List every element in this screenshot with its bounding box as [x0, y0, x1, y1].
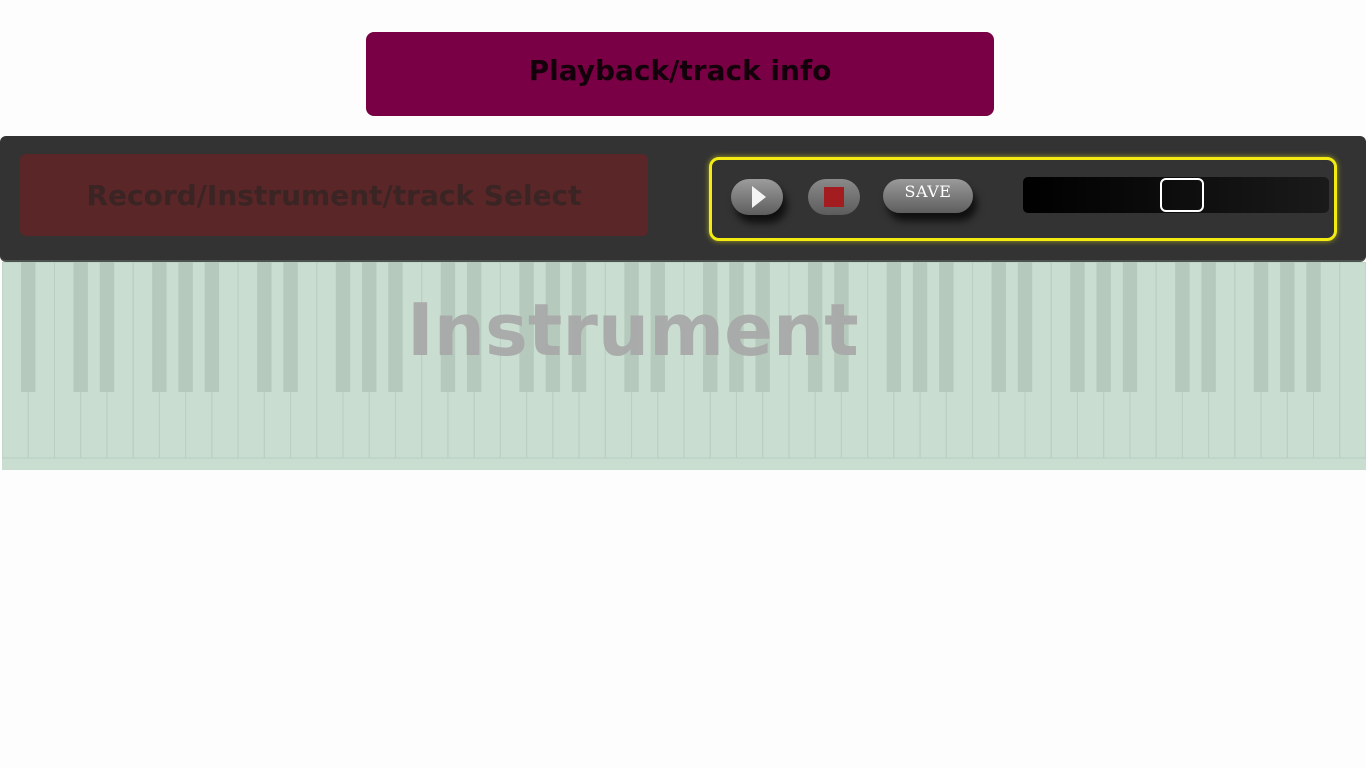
play-button[interactable] — [731, 179, 783, 215]
slider-thumb[interactable] — [1160, 178, 1205, 212]
save-button-label: SAVE — [904, 182, 952, 201]
instrument-keyboard[interactable]: Instrument — [2, 262, 1366, 470]
control-bar: Record/Instrument/track Select SAVE — [0, 136, 1366, 262]
record-instrument-track-select[interactable]: Record/Instrument/track Select — [20, 154, 648, 236]
black-key[interactable] — [1175, 262, 1190, 392]
stop-icon — [824, 187, 844, 207]
black-key[interactable] — [178, 262, 193, 392]
playback-track-info-label: Playback/track info — [528, 53, 832, 87]
black-key[interactable] — [73, 262, 88, 392]
black-key[interactable] — [912, 262, 928, 392]
black-key[interactable] — [204, 262, 220, 392]
black-key[interactable] — [1122, 262, 1138, 392]
playback-track-info-panel: Playback/track info — [366, 32, 994, 116]
save-button[interactable]: SAVE — [883, 179, 973, 213]
instrument-label: Instrument — [407, 288, 859, 372]
black-key[interactable] — [1096, 262, 1111, 392]
transport-controls: SAVE — [709, 157, 1337, 241]
stop-button[interactable] — [808, 179, 860, 215]
black-key[interactable] — [886, 262, 902, 392]
black-key[interactable] — [388, 262, 403, 392]
black-key[interactable] — [335, 262, 351, 392]
black-key[interactable] — [1201, 262, 1216, 392]
black-key[interactable] — [1070, 262, 1085, 392]
record-instrument-track-select-label: Record/Instrument/track Select — [86, 178, 582, 212]
black-key[interactable] — [283, 262, 298, 392]
black-key[interactable] — [257, 262, 272, 392]
white-key[interactable] — [1339, 262, 1366, 459]
black-key[interactable] — [362, 262, 377, 392]
black-key[interactable] — [1253, 262, 1269, 392]
black-key[interactable] — [152, 262, 167, 392]
black-key[interactable] — [939, 262, 954, 392]
black-key[interactable] — [1280, 262, 1295, 392]
playback-slider[interactable] — [1023, 177, 1329, 213]
black-key[interactable] — [99, 262, 115, 392]
black-key[interactable] — [1306, 262, 1321, 392]
play-icon — [752, 186, 766, 208]
black-key[interactable] — [21, 262, 36, 392]
black-key[interactable] — [991, 262, 1006, 392]
black-key[interactable] — [1017, 262, 1033, 392]
